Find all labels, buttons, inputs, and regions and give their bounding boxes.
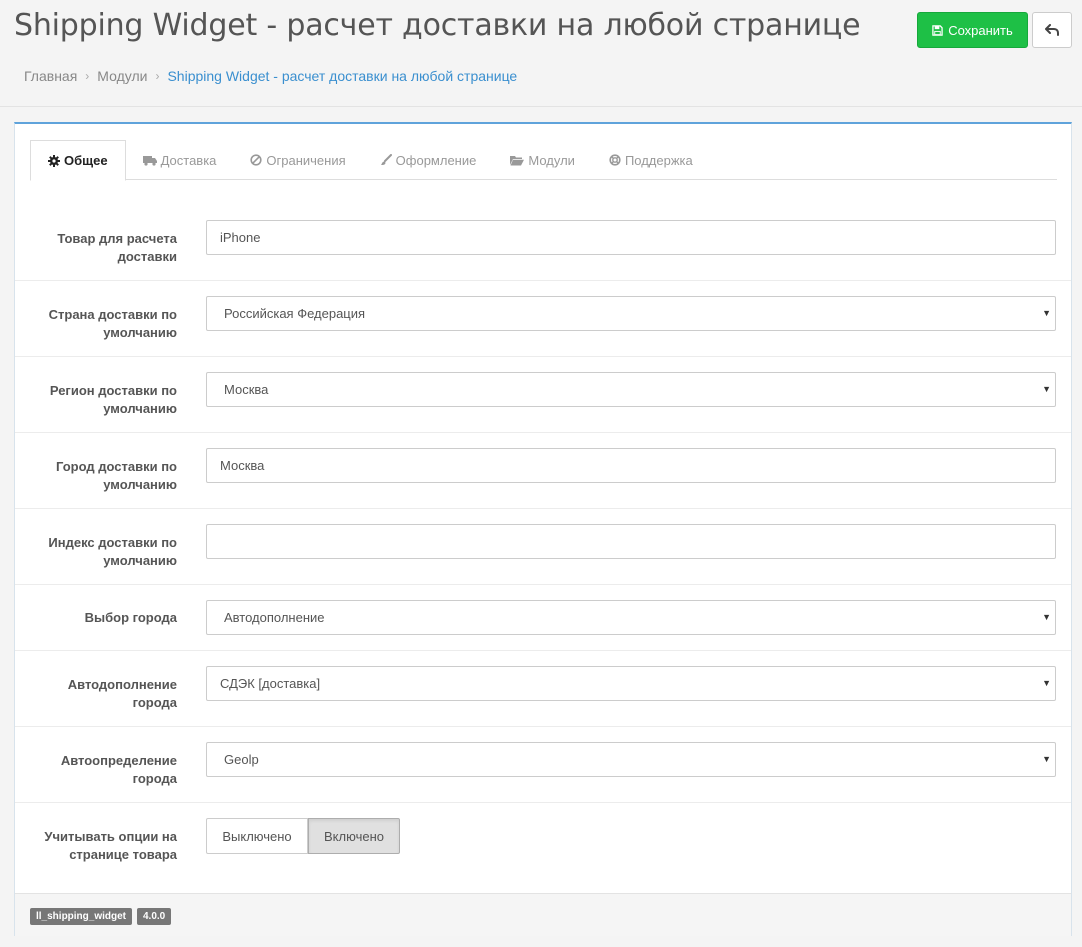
caret-down-icon: ▼ bbox=[1042, 612, 1051, 622]
settings-panel: Общее Доставка Ограничения Оформление Мо… bbox=[14, 122, 1072, 936]
caret-down-icon: ▼ bbox=[1042, 678, 1051, 688]
tab-shipping[interactable]: Доставка bbox=[126, 140, 234, 180]
tab-restrictions-label: Ограничения bbox=[266, 152, 346, 168]
tab-appearance-label: Оформление bbox=[395, 152, 477, 168]
breadcrumb-separator: › bbox=[85, 69, 90, 83]
toggle-off-option[interactable]: Выключено bbox=[206, 818, 308, 854]
country-select-value: Российская Федерация bbox=[224, 306, 366, 321]
breadcrumb: Главная › Модули › Shipping Widget - рас… bbox=[24, 68, 517, 84]
folder-open-icon bbox=[510, 155, 525, 165]
city-select-label: Выбор города bbox=[84, 610, 177, 625]
form-row-country: Страна доставки по умолчанию Российская … bbox=[15, 281, 1071, 357]
autodetect-select[interactable]: Geolp ▼ bbox=[206, 742, 1056, 777]
tab-general-label: Общее bbox=[64, 153, 108, 168]
product-label: Товар для расчета доставки bbox=[57, 231, 177, 264]
tab-modules[interactable]: Модули bbox=[493, 140, 592, 180]
page-header: Shipping Widget - расчет доставки на люб… bbox=[0, 0, 1082, 107]
form-row-postcode: Индекс доставки по умолчанию bbox=[15, 509, 1071, 585]
back-button[interactable] bbox=[1032, 12, 1072, 48]
country-select[interactable]: Российская Федерация ▼ bbox=[206, 296, 1056, 331]
save-button[interactable]: Сохранить bbox=[917, 12, 1028, 48]
product-options-toggle: Выключено Включено bbox=[206, 818, 400, 854]
product-options-label: Учитывать опции на странице товара bbox=[44, 829, 177, 862]
brush-icon bbox=[380, 154, 392, 165]
caret-down-icon: ▼ bbox=[1042, 384, 1051, 394]
form-row-autodetect: Автоопределение города Geolp ▼ bbox=[15, 727, 1071, 803]
tab-shipping-label: Доставка bbox=[160, 152, 217, 168]
form-row-region: Регион доставки по умолчанию Москва ▼ bbox=[15, 357, 1071, 433]
breadcrumb-separator: › bbox=[155, 69, 160, 83]
panel-footer: ll_shipping_widget 4.0.0 bbox=[15, 893, 1071, 936]
postcode-label: Индекс доставки по умолчанию bbox=[48, 535, 177, 568]
page-title: Shipping Widget - расчет доставки на люб… bbox=[14, 8, 861, 43]
country-label: Страна доставки по умолчанию bbox=[48, 307, 177, 340]
save-button-label: Сохранить bbox=[948, 22, 1013, 38]
form-row-city-select: Выбор города Автодополнение ▼ bbox=[15, 585, 1071, 651]
region-select-value: Москва bbox=[224, 382, 269, 397]
city-select-mode-select[interactable]: Автодополнение ▼ bbox=[206, 600, 1056, 635]
module-code-badge: ll_shipping_widget bbox=[30, 908, 133, 925]
toggle-on-option[interactable]: Включено bbox=[308, 818, 400, 854]
reply-arrow-icon bbox=[1045, 24, 1059, 36]
gear-icon bbox=[48, 154, 60, 167]
tab-bar: Общее Доставка Ограничения Оформление Мо… bbox=[30, 140, 1057, 181]
region-select[interactable]: Москва ▼ bbox=[206, 372, 1056, 407]
autocomplete-select[interactable]: СДЭК [доставка] ▼ bbox=[206, 666, 1056, 701]
breadcrumb-current[interactable]: Shipping Widget - расчет доставки на люб… bbox=[167, 68, 517, 84]
product-input[interactable] bbox=[206, 220, 1056, 255]
city-input[interactable] bbox=[206, 448, 1056, 483]
tab-support-label: Поддержка bbox=[624, 152, 693, 168]
region-label: Регион доставки по умолчанию bbox=[49, 383, 177, 416]
caret-down-icon: ▼ bbox=[1042, 308, 1051, 318]
form-row-city: Город доставки по умолчанию bbox=[15, 433, 1071, 509]
autodetect-label: Автоопределение города bbox=[60, 753, 177, 786]
caret-down-icon: ▼ bbox=[1042, 754, 1051, 764]
version-badge: 4.0.0 bbox=[137, 908, 172, 925]
ban-icon bbox=[250, 154, 263, 166]
form-row-autocomplete: Автодополнение города СДЭК [доставка] ▼ bbox=[15, 651, 1071, 727]
tab-restrictions[interactable]: Ограничения bbox=[233, 140, 362, 180]
form-row-product: Товар для расчета доставки bbox=[15, 204, 1071, 281]
truck-icon bbox=[142, 155, 157, 166]
life-ring-icon bbox=[609, 154, 621, 166]
postcode-input[interactable] bbox=[206, 524, 1056, 559]
city-select-mode-value: Автодополнение bbox=[224, 610, 325, 625]
tab-general[interactable]: Общее bbox=[30, 140, 126, 181]
breadcrumb-home[interactable]: Главная bbox=[24, 68, 77, 84]
city-label: Город доставки по умолчанию bbox=[56, 459, 177, 492]
form-row-product-options: Учитывать опции на странице товара Выклю… bbox=[15, 803, 1071, 893]
tab-modules-label: Модули bbox=[528, 152, 575, 168]
autodetect-select-value: Geolp bbox=[224, 752, 259, 767]
tab-appearance[interactable]: Оформление bbox=[363, 140, 494, 180]
breadcrumb-modules[interactable]: Модули bbox=[97, 68, 147, 84]
autocomplete-label: Автодополнение города bbox=[67, 677, 177, 710]
autocomplete-select-value: СДЭК [доставка] bbox=[220, 676, 321, 691]
tab-support[interactable]: Поддержка bbox=[592, 140, 710, 180]
floppy-disk-icon bbox=[932, 24, 943, 36]
